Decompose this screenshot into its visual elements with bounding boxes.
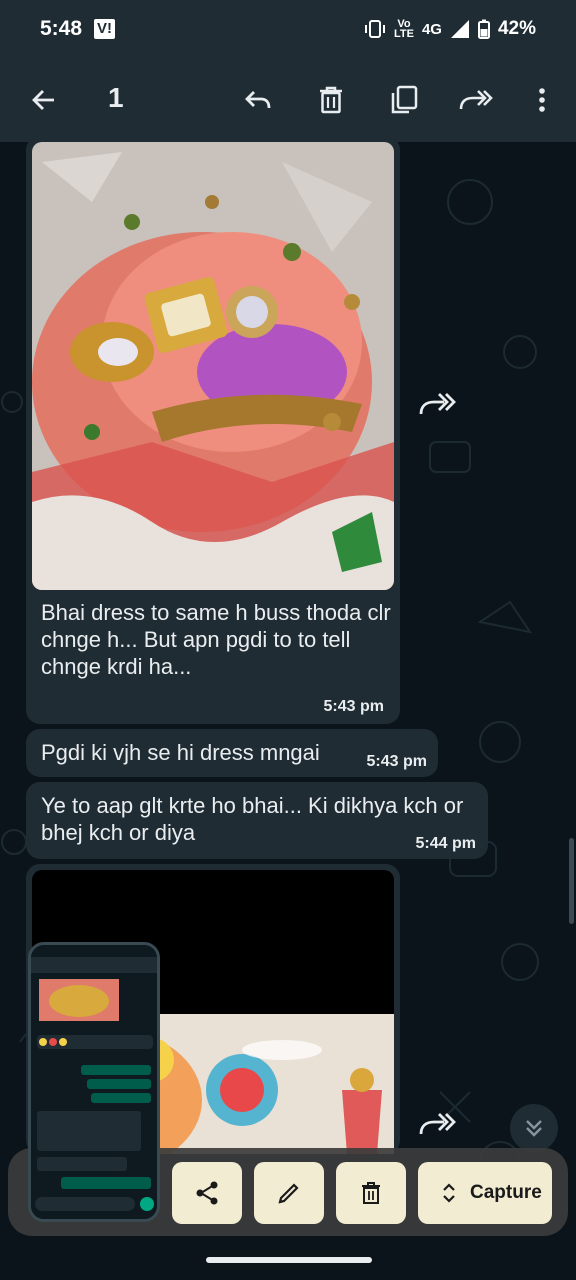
thumbnail-preview-image xyxy=(31,945,157,1219)
volte-indicator: Vo LTE xyxy=(393,19,414,40)
message-text: Pgdi ki vjh se hi dress mngai xyxy=(41,740,320,765)
back-button[interactable] xyxy=(22,78,66,122)
signal-icon xyxy=(450,20,469,38)
message-bubble[interactable]: Pgdi ki vjh se hi dress mngai 5:43 pm xyxy=(26,729,438,777)
expand-vertical-icon xyxy=(443,1183,455,1203)
forward-icon xyxy=(459,90,493,110)
forward-message-icon[interactable] xyxy=(418,388,458,418)
share-screenshot-button[interactable] xyxy=(172,1162,242,1224)
vibrate-icon xyxy=(364,20,385,38)
battery-level: 42% xyxy=(497,18,536,39)
trash-icon xyxy=(320,86,342,114)
message-time: 5:43 pm xyxy=(323,698,384,715)
delete-button[interactable] xyxy=(309,78,353,122)
pencil-icon xyxy=(278,1183,299,1204)
more-options-button[interactable] xyxy=(520,78,564,122)
reply-icon xyxy=(245,91,271,109)
double-chevron-down-icon xyxy=(526,1120,542,1137)
dress-photo-image xyxy=(32,142,394,590)
edit-screenshot-button[interactable] xyxy=(254,1162,324,1224)
dress-photo[interactable] xyxy=(32,142,394,590)
share-icon xyxy=(196,1181,218,1205)
battery-icon xyxy=(477,19,490,39)
selected-count: 1 xyxy=(108,82,124,113)
message-text: Bhai dress to same h buss thoda clr chng… xyxy=(41,600,391,679)
delete-screenshot-button[interactable] xyxy=(336,1162,406,1224)
screenshot-thumbnail[interactable] xyxy=(28,942,160,1222)
copy-icon xyxy=(391,85,418,114)
scroll-down-button[interactable] xyxy=(510,1104,558,1152)
selection-app-bar: 1 xyxy=(0,58,576,142)
forward-message-icon[interactable] xyxy=(418,1108,458,1138)
message-bubble-image[interactable]: Bhai dress to same h buss thoda clr chng… xyxy=(26,136,400,724)
message-time: 5:43 pm xyxy=(366,753,427,770)
reply-button[interactable] xyxy=(236,78,280,122)
capture-more-button[interactable]: Capture xyxy=(418,1162,552,1224)
status-time: 5:48 xyxy=(40,17,83,40)
scrollbar[interactable] xyxy=(569,838,574,924)
carrier-badge: V! xyxy=(94,19,116,39)
status-bar: 5:48 V! Vo LTE 4G 42% xyxy=(0,0,576,58)
trash-icon xyxy=(362,1182,380,1204)
more-vert-icon xyxy=(539,88,545,112)
network-type: 4G xyxy=(421,20,442,38)
volte-bottom: LTE xyxy=(393,28,414,40)
message-bubble[interactable]: Ye to aap glt krte ho bhai... Ki dikhya … xyxy=(26,782,488,859)
arrow-back-icon xyxy=(32,90,54,110)
capture-label: Capture xyxy=(470,1182,542,1203)
message-time: 5:44 pm xyxy=(415,835,476,852)
copy-button[interactable] xyxy=(382,78,426,122)
gesture-nav-handle[interactable] xyxy=(206,1257,372,1263)
forward-button[interactable] xyxy=(454,78,498,122)
